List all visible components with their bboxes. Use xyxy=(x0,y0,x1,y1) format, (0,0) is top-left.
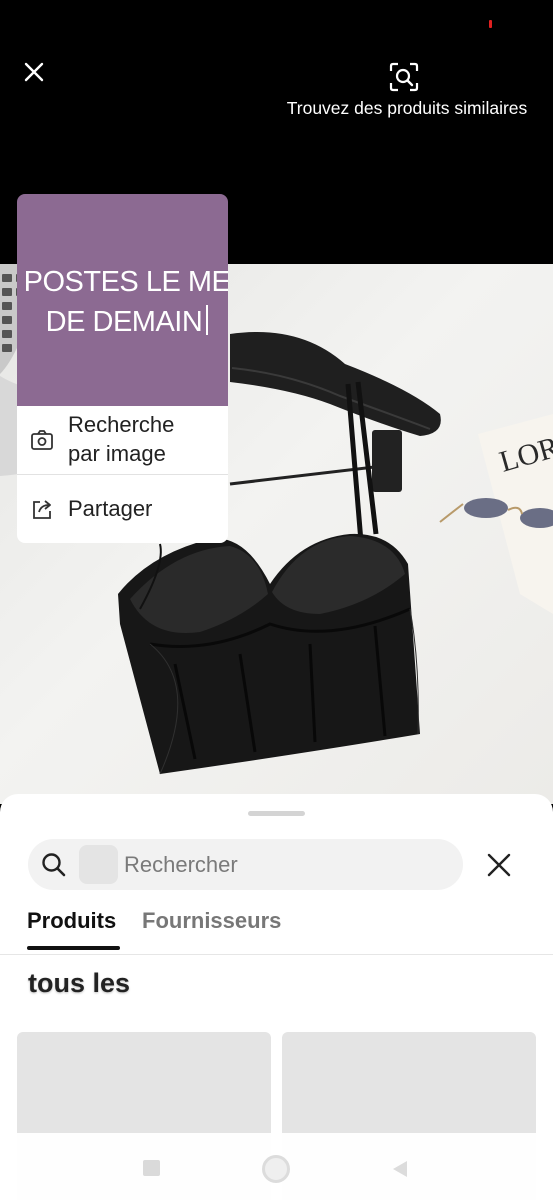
square-icon[interactable] xyxy=(143,1160,160,1176)
find-similar-button[interactable]: Trouvez des produits similaires xyxy=(276,62,538,122)
search-image-thumbnail[interactable] xyxy=(79,845,118,884)
menu-item-share[interactable]: Partager xyxy=(17,475,228,543)
tab-products[interactable]: Produits xyxy=(27,908,116,934)
selected-text-preview: POSTES LE ME DE DEMAIN xyxy=(17,194,228,406)
active-tab-indicator xyxy=(27,946,120,950)
search-icon xyxy=(40,851,67,878)
triangle-back-icon[interactable] xyxy=(390,1159,410,1179)
preview-text: POSTES LE ME DE DEMAIN xyxy=(17,262,228,342)
close-icon[interactable] xyxy=(485,851,513,879)
share-icon xyxy=(30,497,54,521)
sheet-drag-handle[interactable] xyxy=(248,811,305,816)
label-line-2: par image xyxy=(68,441,166,466)
image-search-icon xyxy=(389,62,419,92)
screen: Trouvez des produits similaires LOR POST… xyxy=(0,0,553,1200)
camera-icon xyxy=(30,428,54,452)
label-line-1: Recherche xyxy=(68,412,175,437)
section-title: tous les xyxy=(28,968,131,998)
menu-item-share-label: Partager xyxy=(68,496,153,521)
preview-line-2-text: DE DEMAIN xyxy=(45,306,203,338)
system-nav-bar xyxy=(0,1133,553,1200)
tab-suppliers[interactable]: Fournisseurs xyxy=(142,908,281,934)
close-icon[interactable] xyxy=(20,58,48,86)
find-similar-label: Trouvez des produits similaires xyxy=(286,98,528,118)
search-bar[interactable] xyxy=(28,839,463,890)
menu-item-image-search[interactable]: Recherche par image xyxy=(17,406,228,474)
text-cursor xyxy=(206,305,209,335)
tab-divider xyxy=(0,954,553,955)
context-menu: Recherche par image Partager xyxy=(17,406,228,543)
menu-item-image-search-label: Recherche par image xyxy=(68,410,174,468)
recording-indicator xyxy=(489,20,492,28)
preview-line-1: POSTES LE ME xyxy=(23,266,228,298)
circle-icon[interactable] xyxy=(262,1155,290,1183)
preview-line-2: DE DEMAIN xyxy=(17,302,228,342)
search-input[interactable] xyxy=(124,839,444,890)
